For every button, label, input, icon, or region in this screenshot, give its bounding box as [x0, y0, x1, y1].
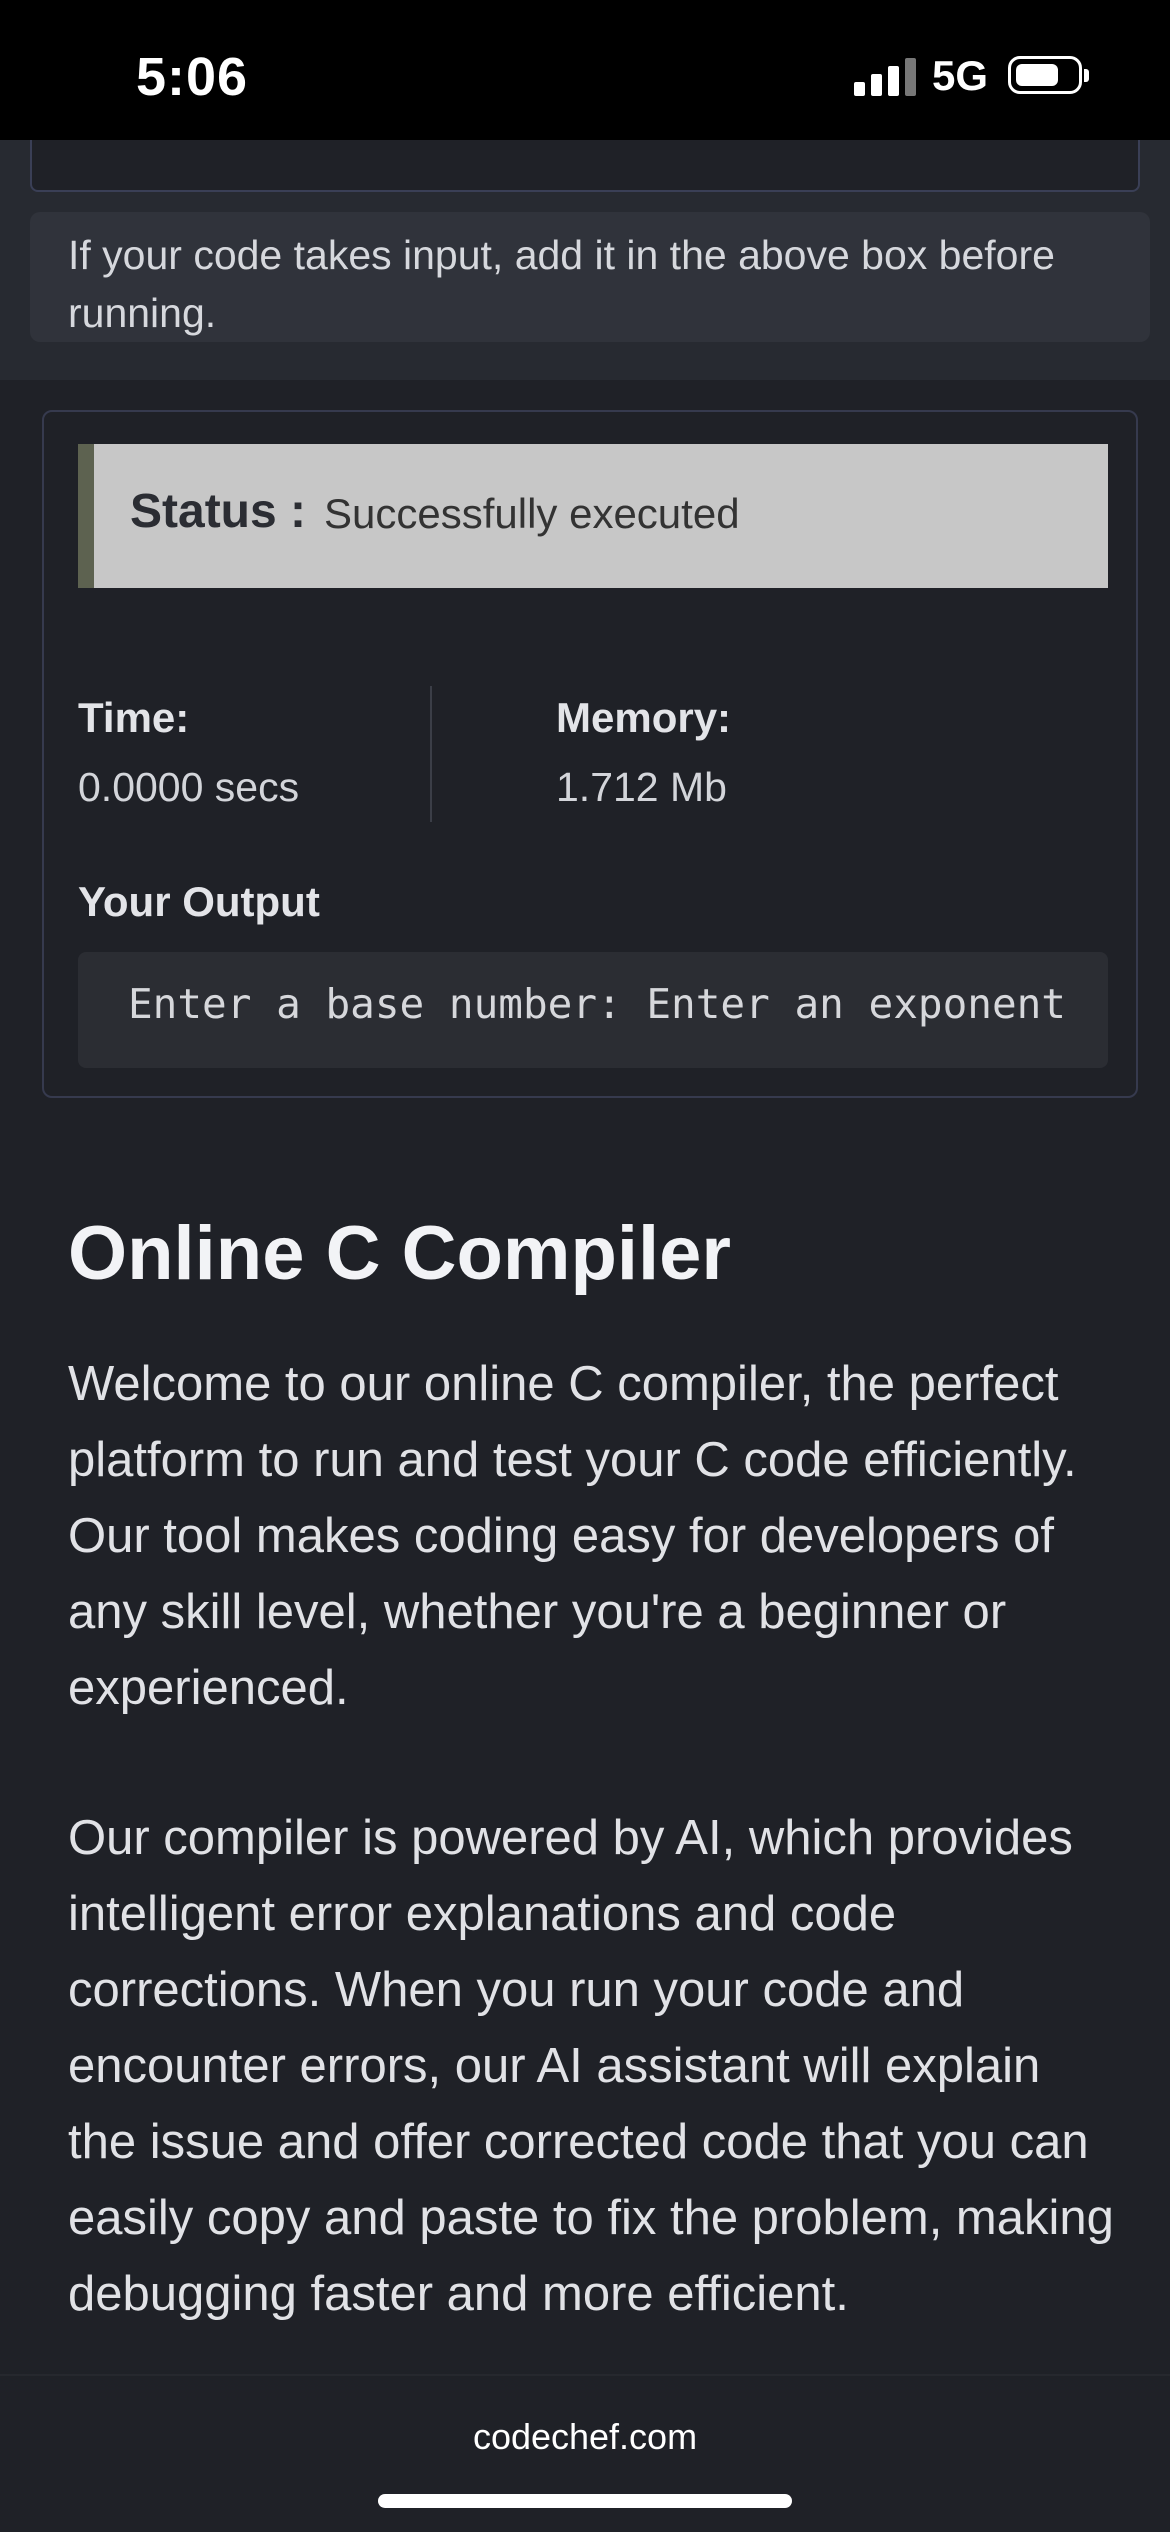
input-hint-text: If your code takes input, add it in the … [68, 232, 1055, 336]
url-bar[interactable]: codechef.com [0, 2416, 1170, 2458]
output-label: Your Output [78, 878, 320, 925]
memory-value: 1.712 Mb [556, 764, 727, 810]
time-value: 0.0000 secs [78, 764, 300, 810]
screen: 5:06 5G If your code takes input, add it… [0, 0, 1170, 2532]
status-bar: 5:06 5G [0, 0, 1170, 140]
metric-divider [430, 686, 432, 822]
output-box[interactable]: Enter a base number: Enter an exponent [78, 952, 1108, 1068]
custom-input-box[interactable] [30, 140, 1140, 192]
input-hint-box: If your code takes input, add it in the … [30, 212, 1150, 342]
output-text: Enter a base number: Enter an exponent [128, 980, 1066, 1028]
browser-bottom-bar: codechef.com [0, 2374, 1170, 2532]
home-indicator[interactable] [378, 2494, 792, 2508]
signal-icon [854, 58, 916, 96]
status-label: Status : [130, 485, 307, 538]
status-banner: Status : Successfully executed [78, 444, 1108, 588]
network-type: 5G [932, 52, 989, 99]
output-panel: Status : Successfully executed Time: 0.0… [42, 410, 1138, 1098]
article-paragraph-2: Our compiler is powered by AI, which pro… [68, 1811, 1114, 2321]
time-label: Time: [78, 694, 190, 741]
clock: 5:06 [136, 47, 249, 107]
status-value: Successfully executed [324, 490, 740, 537]
article-paragraph-1: Welcome to our online C compiler, the pe… [68, 1357, 1077, 1715]
article-title: Online C Compiler [68, 1211, 731, 1296]
battery-icon [1008, 56, 1089, 94]
memory-label: Memory: [556, 694, 732, 741]
